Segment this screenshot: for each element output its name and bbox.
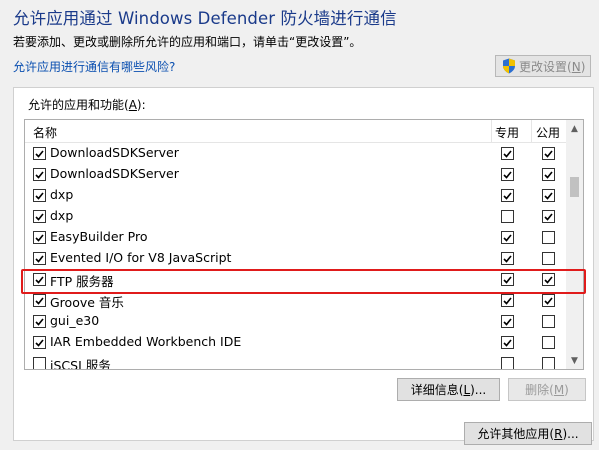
column-header-name[interactable]: 名称 — [33, 124, 57, 141]
public-network-checkbox[interactable] — [542, 315, 555, 328]
app-enabled-checkbox[interactable] — [33, 210, 46, 223]
app-name: Evented I/O for V8 JavaScript — [50, 250, 232, 265]
app-enabled-checkbox[interactable] — [33, 231, 46, 244]
public-network-checkbox[interactable] — [542, 189, 555, 202]
app-enabled-checkbox[interactable] — [33, 315, 46, 328]
app-row[interactable]: DownloadSDKServer — [25, 143, 567, 164]
app-name: DownloadSDKServer — [50, 145, 179, 160]
private-network-checkbox[interactable] — [501, 315, 514, 328]
column-header-public[interactable]: 公用 — [536, 124, 560, 141]
vertical-scrollbar[interactable]: ▲ ▼ — [566, 120, 583, 369]
app-row[interactable]: dxp — [25, 185, 567, 206]
public-network-checkbox[interactable] — [542, 294, 555, 307]
allowed-apps-label: 允许的应用和功能(A): — [28, 98, 146, 112]
public-network-checkbox[interactable] — [542, 273, 555, 286]
app-name: Groove 音乐 — [50, 295, 124, 310]
app-row[interactable]: dxp — [25, 206, 567, 227]
private-network-checkbox[interactable] — [501, 210, 514, 223]
page-title: 允许应用通过 Windows Defender 防火墙进行通信 — [13, 9, 397, 28]
scrollbar-thumb[interactable] — [570, 177, 579, 197]
list-header: 名称 专用 公用 — [25, 120, 567, 143]
app-enabled-checkbox[interactable] — [33, 273, 46, 286]
private-network-checkbox[interactable] — [501, 294, 514, 307]
app-enabled-checkbox[interactable] — [33, 168, 46, 181]
scroll-down-icon[interactable]: ▼ — [566, 352, 583, 369]
app-name: DownloadSDKServer — [50, 166, 179, 181]
app-name: EasyBuilder Pro — [50, 229, 148, 244]
risks-link[interactable]: 允许应用进行通信有哪些风险? — [13, 58, 175, 75]
app-row[interactable]: DownloadSDKServer — [25, 164, 567, 185]
public-network-checkbox[interactable] — [542, 147, 555, 160]
app-row[interactable]: gui_e30 — [25, 311, 567, 332]
public-network-checkbox[interactable] — [542, 231, 555, 244]
app-row[interactable]: FTP 服务器 — [25, 269, 567, 290]
app-enabled-checkbox[interactable] — [33, 336, 46, 349]
public-network-checkbox[interactable] — [542, 252, 555, 265]
column-divider[interactable] — [491, 120, 492, 142]
details-button[interactable]: 详细信息(L)... — [397, 378, 500, 401]
private-network-checkbox[interactable] — [501, 336, 514, 349]
app-enabled-checkbox[interactable] — [33, 252, 46, 265]
app-row[interactable]: Evented I/O for V8 JavaScript — [25, 248, 567, 269]
remove-button[interactable]: 删除(M) — [508, 378, 586, 401]
public-network-checkbox[interactable] — [542, 168, 555, 181]
private-network-checkbox[interactable] — [501, 189, 514, 202]
app-enabled-checkbox[interactable] — [33, 189, 46, 202]
private-network-checkbox[interactable] — [501, 252, 514, 265]
app-row[interactable]: EasyBuilder Pro — [25, 227, 567, 248]
column-header-private[interactable]: 专用 — [495, 124, 519, 141]
app-name: iSCSI 服务 — [50, 358, 111, 370]
app-name: gui_e30 — [50, 313, 100, 328]
app-row[interactable]: Groove 音乐 — [25, 290, 567, 311]
uac-shield-icon — [503, 58, 515, 74]
column-divider[interactable] — [531, 120, 532, 142]
private-network-checkbox[interactable] — [501, 273, 514, 286]
app-name: FTP 服务器 — [50, 274, 114, 289]
app-enabled-checkbox[interactable] — [33, 147, 46, 160]
allowed-apps-group: 允许的应用和功能(A): 名称 专用 公用 DownloadSDKServer … — [13, 87, 594, 441]
app-enabled-checkbox[interactable] — [33, 294, 46, 307]
private-network-checkbox[interactable] — [501, 147, 514, 160]
public-network-checkbox[interactable] — [542, 336, 555, 349]
app-name: dxp — [50, 208, 74, 223]
allow-another-app-button[interactable]: 允许其他应用(R)... — [464, 422, 592, 445]
public-network-checkbox[interactable] — [542, 210, 555, 223]
app-enabled-checkbox[interactable] — [33, 357, 46, 369]
private-network-checkbox[interactable] — [501, 231, 514, 244]
allowed-apps-list[interactable]: 名称 专用 公用 DownloadSDKServer DownloadSDKSe… — [24, 119, 584, 370]
app-row[interactable]: iSCSI 服务 — [25, 353, 567, 370]
change-settings-label: 更改设置(N) — [519, 59, 586, 74]
list-rows: DownloadSDKServer DownloadSDKServer dxp … — [25, 143, 567, 370]
instructions-text: 若要添加、更改或删除所允许的应用和端口，请单击“更改设置”。 — [13, 35, 362, 49]
private-network-checkbox[interactable] — [501, 357, 514, 369]
app-row[interactable]: IAR Embedded Workbench IDE — [25, 332, 567, 353]
app-name: dxp — [50, 187, 74, 202]
scroll-up-icon[interactable]: ▲ — [566, 120, 583, 137]
private-network-checkbox[interactable] — [501, 168, 514, 181]
app-name: IAR Embedded Workbench IDE — [50, 334, 242, 349]
change-settings-button[interactable]: 更改设置(N) — [495, 55, 591, 77]
public-network-checkbox[interactable] — [542, 357, 555, 369]
